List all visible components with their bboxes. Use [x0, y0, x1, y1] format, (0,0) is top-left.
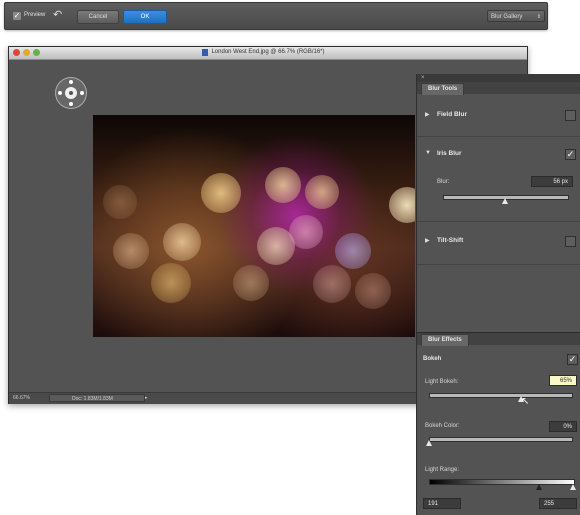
light-range-label: Light Range:	[425, 467, 460, 473]
bokeh-light	[103, 185, 137, 219]
preview-label: Preview	[24, 12, 46, 18]
bokeh-light	[355, 273, 391, 309]
status-menu-arrow-icon[interactable]: ▸	[145, 395, 148, 401]
bokeh-color-field[interactable]: 0%	[549, 421, 577, 432]
iris-blur-checkbox[interactable]: ✓	[565, 149, 576, 160]
tilt-shift-section[interactable]: ▶ Tilt-Shift	[417, 222, 580, 265]
document-titlebar: London West End.jpg @ 66.7% (RGB/16*)	[9, 47, 527, 60]
panel-top-bar: ×	[417, 74, 580, 82]
zoom-level[interactable]: 66.67%	[13, 395, 30, 401]
bokeh-light	[313, 265, 351, 303]
bokeh-label: Bokeh	[423, 356, 442, 362]
blur-gallery-dropdown[interactable]: Blur Gallery ⇕	[487, 10, 545, 22]
bokeh-color-slider-track[interactable]	[429, 437, 573, 442]
pin-handle[interactable]	[58, 91, 62, 95]
tab-blur-tools[interactable]: Blur Tools	[421, 83, 465, 95]
ok-button[interactable]: OK	[123, 10, 167, 24]
light-range-low-field[interactable]: 191	[423, 498, 461, 509]
field-blur-checkbox[interactable]	[565, 110, 576, 121]
undo-icon[interactable]: ↶	[53, 9, 65, 21]
bokeh-light	[151, 263, 191, 303]
pin-handle[interactable]	[69, 80, 73, 84]
bokeh-color-slider-thumb[interactable]	[426, 440, 432, 446]
blur-slider-thumb[interactable]	[502, 198, 508, 204]
light-range-high-thumb[interactable]	[570, 484, 576, 490]
mouse-cursor-icon: ↖	[521, 396, 530, 407]
document-title: London West End.jpg @ 66.7% (RGB/16*)	[211, 49, 325, 55]
pin-center[interactable]	[69, 91, 73, 95]
light-bokeh-slider-track[interactable]	[429, 393, 573, 398]
blurred-photo[interactable]	[93, 115, 415, 337]
blur-effects-panel: Blur Effects Bokeh ✓ Light Bokeh: 65% ↖ …	[416, 332, 580, 515]
bokeh-light	[233, 265, 269, 301]
blur-gallery-dropdown-label: Blur Gallery	[491, 14, 523, 20]
bokeh-light	[389, 187, 415, 223]
preview-checkbox[interactable]: ✓	[13, 12, 21, 20]
field-blur-label: Field Blur	[437, 111, 467, 118]
iris-blur-section[interactable]: ▼ Iris Blur ✓ Blur: 56 px	[417, 137, 580, 222]
collapse-triangle-icon[interactable]: ▼	[425, 150, 431, 156]
bokeh-checkbox[interactable]: ✓	[567, 354, 578, 365]
close-panel-icon[interactable]: ×	[421, 74, 425, 82]
bokeh-light	[201, 173, 241, 213]
blur-pin-icon[interactable]	[55, 77, 87, 109]
light-range-gradient[interactable]	[429, 479, 575, 485]
bokeh-light	[265, 167, 301, 203]
iris-blur-label: Iris Blur	[437, 150, 462, 157]
bokeh-light	[335, 233, 371, 269]
expand-triangle-icon[interactable]: ▶	[425, 237, 430, 244]
bokeh-light	[289, 215, 323, 249]
blur-tools-panel: × Blur Tools ▶ Field Blur ▼ Iris Blur ✓ …	[416, 74, 580, 332]
bokeh-light	[113, 233, 149, 269]
light-bokeh-label: Light Bokeh:	[425, 379, 459, 385]
expand-triangle-icon[interactable]: ▶	[425, 111, 430, 118]
cancel-button[interactable]: Cancel	[77, 10, 119, 24]
bokeh-light	[163, 223, 201, 261]
pin-handle[interactable]	[69, 102, 73, 106]
tab-blur-effects[interactable]: Blur Effects	[421, 334, 469, 346]
light-range-high-field[interactable]: 255	[539, 498, 577, 509]
chevron-updown-icon: ⇕	[536, 14, 541, 20]
tilt-shift-label: Tilt-Shift	[437, 237, 464, 244]
bokeh-color-label: Bokeh Color:	[425, 423, 460, 429]
bokeh-light	[305, 175, 339, 209]
field-blur-section[interactable]: ▶ Field Blur	[417, 96, 580, 137]
doc-info[interactable]: Doc: 1.83M/1.83M	[49, 394, 145, 402]
tilt-shift-checkbox[interactable]	[565, 236, 576, 247]
light-range-low-thumb[interactable]	[536, 484, 542, 490]
pin-handle[interactable]	[80, 91, 84, 95]
blur-amount-label: Blur:	[437, 179, 450, 185]
options-bar: ✓ Preview ↶ Cancel OK Blur Gallery ⇕	[4, 2, 548, 30]
blur-amount-field[interactable]: 56 px	[531, 176, 573, 187]
light-bokeh-field[interactable]: 65%	[549, 375, 577, 386]
